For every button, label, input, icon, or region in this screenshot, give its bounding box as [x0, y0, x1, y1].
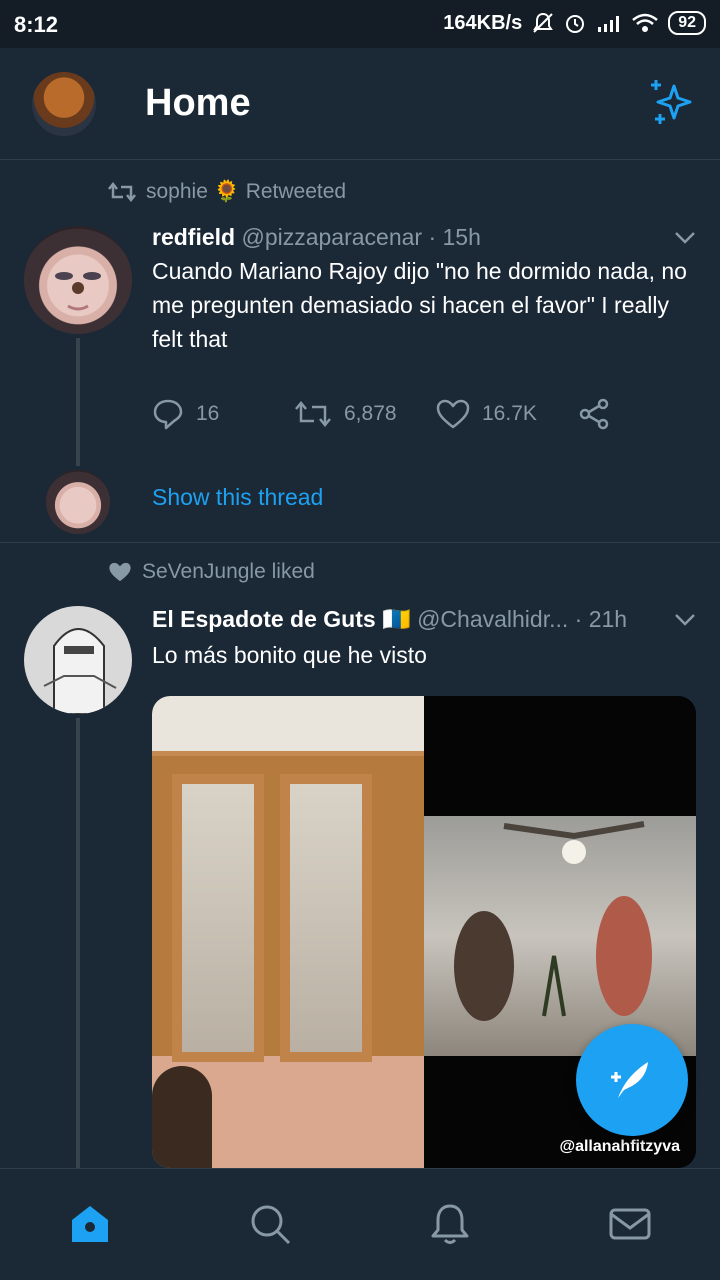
page-title: Home — [145, 82, 251, 124]
author-handle[interactable]: @Chavalhidr... — [417, 606, 568, 632]
thread-line — [76, 338, 80, 466]
chevron-down-icon[interactable] — [674, 612, 696, 628]
tweet-time: · 15h — [428, 224, 481, 250]
share-button[interactable] — [578, 398, 610, 430]
avatar[interactable] — [24, 226, 132, 334]
battery-indicator: 92 — [668, 11, 706, 35]
author-name[interactable]: redfield — [152, 224, 235, 250]
door — [172, 774, 264, 1062]
sparkle-icon[interactable] — [646, 78, 696, 128]
heart-icon — [436, 399, 470, 429]
tiktok-username: @allanahfitzyva — [559, 1138, 680, 1155]
thread-avatar[interactable] — [46, 470, 110, 534]
status-indicators: 164KB/s 92 — [443, 11, 706, 35]
top-app-bar: Home — [0, 48, 720, 160]
share-icon — [579, 398, 609, 430]
nav-home[interactable] — [67, 1201, 113, 1247]
tweet-header: El Espadote de Guts 🇮🇨 @Chavalhidr... · … — [152, 606, 627, 633]
reply-button[interactable]: 16 — [152, 398, 294, 430]
feather-icon — [611, 1062, 648, 1098]
social-context: SeVenJungle liked — [108, 560, 315, 584]
reply-icon — [153, 399, 183, 430]
status-bar: 8:12 164KB/s 92 — [0, 0, 720, 48]
network-speed: 164KB/s — [443, 11, 523, 34]
thread-line — [76, 718, 80, 1168]
video-left-frame — [152, 696, 424, 1168]
social-context-text: SeVenJungle liked — [142, 560, 315, 583]
wifi-icon — [632, 13, 659, 32]
timeline-feed[interactable]: sophie 🌻 Retweeted redfield @pizzaparace… — [0, 160, 720, 1168]
bell-icon — [431, 1204, 469, 1244]
tweet-text: Lo más bonito que he visto — [152, 642, 427, 668]
flag-emoji: 🇮🇨 — [382, 606, 411, 632]
mail-icon — [609, 1208, 651, 1240]
show-thread-link[interactable]: Show this thread — [152, 484, 323, 511]
signal-icon — [598, 16, 620, 32]
reply-count: 16 — [196, 402, 220, 425]
divider — [0, 542, 720, 543]
room-scene — [424, 816, 696, 1056]
mute-icon — [533, 12, 554, 33]
retweet-icon — [295, 401, 331, 427]
chevron-down-icon[interactable] — [674, 230, 696, 246]
social-context-text: sophie 🌻 Retweeted — [146, 180, 347, 203]
author-name[interactable]: El Espadote de Guts — [152, 606, 376, 632]
search-icon — [251, 1205, 291, 1245]
avatar[interactable] — [24, 606, 132, 714]
compose-tweet-button[interactable] — [576, 1024, 688, 1136]
nav-messages[interactable] — [607, 1201, 653, 1247]
heart-filled-icon — [109, 562, 131, 582]
tweet-text: Cuando Mariano Rajoy dijo "no he dormido… — [152, 258, 687, 352]
like-button[interactable]: 16.7K — [436, 399, 578, 429]
tweet-actions: 16 6,878 16.7K — [152, 398, 610, 430]
author-handle[interactable]: @pizzaparacenar — [241, 224, 422, 250]
social-context: sophie 🌻 Retweeted — [108, 180, 346, 204]
alarm-icon — [566, 15, 585, 33]
status-time: 8:12 — [14, 12, 59, 37]
home-icon — [72, 1206, 108, 1242]
nav-notifications[interactable] — [427, 1201, 473, 1247]
nav-search[interactable] — [247, 1201, 293, 1247]
like-count: 16.7K — [482, 402, 537, 425]
bottom-navigation — [0, 1168, 720, 1280]
tweet-header: redfield @pizzaparacenar · 15h — [152, 224, 481, 251]
pet-shape — [152, 1066, 212, 1168]
door — [280, 774, 372, 1062]
profile-avatar[interactable] — [32, 72, 96, 136]
retweet-count: 6,878 — [344, 402, 397, 425]
retweet-button[interactable]: 6,878 — [294, 399, 436, 429]
retweet-icon — [108, 181, 136, 203]
tweet-time: · 21h — [574, 606, 628, 632]
